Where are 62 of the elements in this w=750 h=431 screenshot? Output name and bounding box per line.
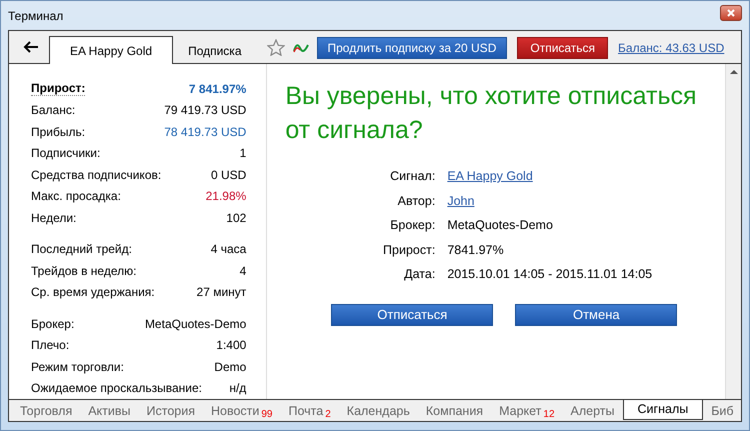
stat-label: Брокер: xyxy=(31,316,74,331)
stat-label: Плечо: xyxy=(31,338,70,352)
stat-value: 78 419.73 USD xyxy=(164,124,246,139)
detail-label: Автор: xyxy=(396,192,436,210)
stat-value: 21.98% xyxy=(206,189,246,204)
star-icon[interactable] xyxy=(266,39,284,56)
detail-link[interactable]: John xyxy=(447,188,474,213)
stat-label: Макс. просадка: xyxy=(31,189,121,204)
stat-label: Прирост: xyxy=(31,81,86,96)
panel-tab[interactable]: Биб xyxy=(703,400,741,419)
panel-tab[interactable]: История xyxy=(138,400,203,419)
stat-label: Недели: xyxy=(31,210,76,225)
detail-value: MetaQuotes-Demo xyxy=(447,217,554,234)
stat-label: Ср. время удержания: xyxy=(31,285,155,300)
detail-label: Сигнал: xyxy=(389,168,436,185)
panel-tab[interactable]: Компания xyxy=(418,400,492,419)
tab[interactable]: Подписка xyxy=(173,37,256,64)
unsubscribe-button[interactable]: Отписаться xyxy=(517,37,608,59)
detail-label: Прирост: xyxy=(382,242,436,259)
stat-label: Баланс: xyxy=(31,103,76,118)
stat-value: MetaQuotes-Demo xyxy=(144,316,246,331)
close-button[interactable] xyxy=(720,4,742,20)
scroll-up-icon[interactable] xyxy=(730,69,738,74)
detail-value: 2015.10.01 14:05 - 2015.11.01 14:05 xyxy=(447,266,654,283)
stat-label: Режим торговли: xyxy=(31,360,124,374)
panel-tab[interactable]: Алерты xyxy=(562,400,623,419)
stat-label: Трейдов в неделю: xyxy=(31,264,136,278)
cancel-button[interactable]: Отмена xyxy=(515,304,678,326)
stat-value: 0 USD xyxy=(210,168,246,182)
panel-tab[interactable]: Торговля xyxy=(12,400,80,419)
stat-value: 79 419.73 USD xyxy=(164,103,246,118)
confirm-unsubscribe-button[interactable]: Отписаться xyxy=(331,304,494,326)
stat-value: Demo xyxy=(214,360,246,374)
dialog-question: Вы уверены, что хотите отписаться от сигнала? xyxy=(285,81,698,146)
panel-tab[interactable]: Сигналы xyxy=(622,400,704,420)
stat-label: Ожидаемое проскальзывание: xyxy=(31,381,202,396)
stat-value: 102 xyxy=(226,210,246,225)
close-icon xyxy=(727,8,735,16)
back-arrow-icon xyxy=(23,41,39,53)
stat-value: 27 минут xyxy=(196,285,246,300)
detail-value: 7841.97% xyxy=(447,242,505,258)
stat-value: 4 xyxy=(240,264,246,278)
stat-value: 7 841.97% xyxy=(188,82,246,96)
tab[interactable]: EA Happy Gold xyxy=(49,36,174,64)
stat-value: 1:400 xyxy=(216,338,246,352)
stat-label: Подписчики: xyxy=(31,146,100,160)
panel-tab[interactable]: Календарь xyxy=(338,400,418,419)
stat-value: 4 часа xyxy=(210,242,246,256)
scrollbar[interactable] xyxy=(725,64,741,399)
panel-tab[interactable]: Активы xyxy=(80,400,138,419)
detail-link[interactable]: EA Happy Gold xyxy=(447,164,533,188)
stat-label: Средства подписчиков: xyxy=(31,168,162,182)
stat-value: 1 xyxy=(240,146,246,160)
detail-label: Брокер: xyxy=(389,217,436,234)
stat-value: н/д xyxy=(229,381,246,396)
balance-link[interactable]: Баланс: 43.63 USD xyxy=(618,41,724,55)
stat-label: Последний трейд: xyxy=(31,242,132,256)
stat-label: Прибыль: xyxy=(31,124,86,139)
window-title: Терминал xyxy=(8,8,64,22)
detail-label: Дата: xyxy=(403,266,436,283)
extend-subscription-button[interactable]: Продлить подписку за 20 USD xyxy=(316,37,508,59)
chart-line-icon[interactable] xyxy=(292,42,308,54)
